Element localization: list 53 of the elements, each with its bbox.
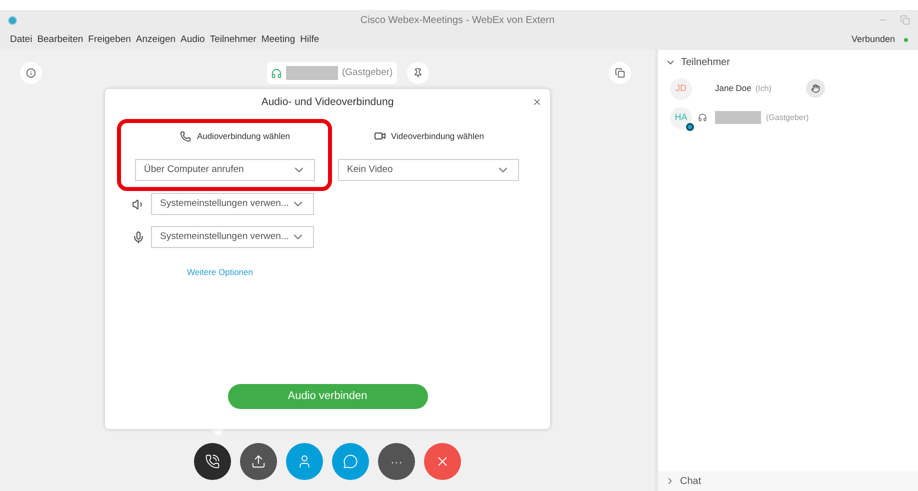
popout-icon xyxy=(615,68,625,78)
participants-button[interactable] xyxy=(286,443,323,480)
menu-item[interactable]: Meeting xyxy=(261,32,296,48)
phone-icon xyxy=(180,130,191,142)
panel-title: Chat xyxy=(680,474,702,488)
connection-status: Verbunden xyxy=(851,33,895,46)
chat-button[interactable] xyxy=(332,443,369,480)
participant-tag: (Gastgeber) xyxy=(766,112,809,124)
audio-label: Audioverbindung wählen xyxy=(196,130,290,142)
video-select[interactable]: Kein Video xyxy=(338,159,519,181)
window-title: Cisco Webex-Meetings - WebEx von Extern xyxy=(360,14,555,28)
menu-item[interactable]: Teilnehmer xyxy=(210,32,256,48)
participant-avatar: JD xyxy=(670,78,692,100)
menu-item[interactable]: Hilfe xyxy=(300,32,320,48)
phone-icon xyxy=(205,454,220,469)
hand-icon xyxy=(811,84,820,93)
headset-icon xyxy=(698,113,707,122)
audio-button[interactable] xyxy=(194,443,231,480)
menu-item[interactable]: Datei xyxy=(10,32,32,48)
pin-button[interactable] xyxy=(406,62,429,84)
menu-item[interactable]: Audio xyxy=(180,32,205,48)
speaker-icon xyxy=(132,198,145,210)
participant-tag: (Ich) xyxy=(755,82,772,94)
video-label: Videoverbindung wählen xyxy=(391,130,484,142)
redacted-name xyxy=(286,66,338,80)
panel-title: Teilnehmer xyxy=(681,56,730,70)
menu-item[interactable]: Bearbeiten xyxy=(37,32,84,48)
share-button[interactable] xyxy=(240,443,277,480)
camera-icon xyxy=(374,130,386,142)
menu-item[interactable]: Freigeben xyxy=(88,32,131,48)
person-icon xyxy=(297,454,312,469)
speech-bubble-icon xyxy=(343,454,358,469)
more-button[interactable]: ··· xyxy=(378,443,415,480)
microphone-select[interactable]: Systemeinstellungen verwen... xyxy=(151,226,314,248)
raise-hand-button[interactable] xyxy=(806,79,826,98)
upload-icon xyxy=(251,454,266,469)
close-button[interactable] xyxy=(532,97,542,107)
audio-select[interactable]: Über Computer anrufen xyxy=(135,159,315,181)
headset-icon xyxy=(271,68,282,78)
dialog-title: Audio- und Videoverbindung xyxy=(261,95,394,110)
microphone-icon xyxy=(132,230,145,244)
participant-avatar: HA xyxy=(670,106,692,128)
leave-button[interactable] xyxy=(424,443,461,480)
redacted-name xyxy=(715,111,761,124)
menu-item[interactable]: Anzeigen xyxy=(136,32,176,48)
host-role: (Gastgeber) xyxy=(342,66,393,80)
info-icon xyxy=(26,68,36,78)
participant-name: Jane Doe xyxy=(715,82,752,95)
info-button[interactable] xyxy=(20,62,42,84)
popout-button[interactable] xyxy=(609,62,631,84)
app-logo-icon xyxy=(8,16,17,24)
pin-icon xyxy=(412,68,423,78)
speaker-select[interactable]: Systemeinstellungen verwen... xyxy=(151,193,314,215)
